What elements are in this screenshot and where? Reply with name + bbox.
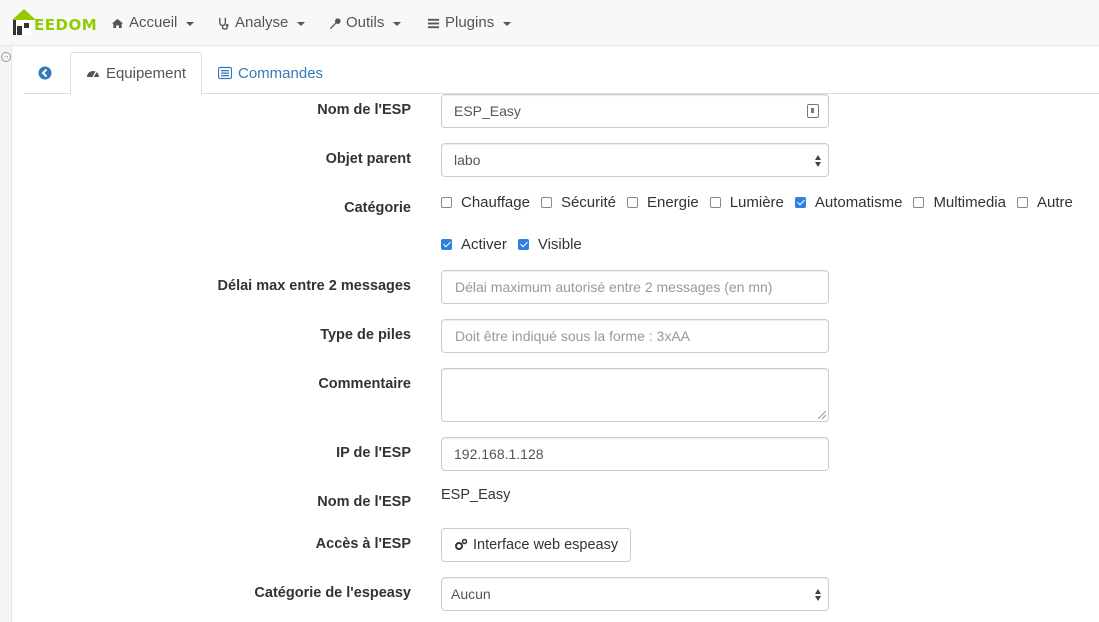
stethoscope-icon: [219, 17, 229, 30]
checkbox[interactable]: [913, 197, 925, 208]
state-checkboxes: Activer Visible: [441, 236, 593, 253]
ip-value: 192.168.1.128: [454, 446, 544, 462]
activer-label: Activer: [461, 236, 507, 253]
nom-esp-label-2: Nom de l'ESP: [317, 494, 411, 510]
nom-esp-static: ESP_Easy: [441, 487, 511, 503]
activer-checkbox[interactable]: Activer: [441, 236, 507, 253]
interface-web-label: Interface web espeasy: [473, 537, 619, 553]
caret-down-icon: [186, 22, 195, 26]
nav-plugins[interactable]: Plugins: [427, 0, 512, 46]
nav-accueil[interactable]: Accueil: [111, 0, 195, 46]
objet-parent-select[interactable]: labo: [441, 143, 829, 177]
category-label: Automatisme: [814, 194, 903, 211]
interface-web-button[interactable]: Interface web espeasy: [441, 528, 632, 562]
tab-bar: Equipement Commandes: [24, 52, 1099, 95]
checkbox[interactable]: [1016, 197, 1028, 208]
category-multimedia[interactable]: Multimedia: [913, 194, 1006, 211]
select-arrows-icon: [815, 154, 823, 168]
checkbox[interactable]: [540, 197, 552, 208]
categorie-espeasy-select[interactable]: Aucun: [441, 577, 829, 611]
nav-analyse[interactable]: Analyse: [217, 0, 306, 46]
logo-wordmark: EEDOM: [34, 16, 98, 34]
category-label: Sécurité: [560, 194, 616, 211]
tab-equipement[interactable]: Equipement: [70, 52, 202, 95]
cogs-icon: [455, 538, 468, 550]
objet-parent-value: labo: [454, 152, 481, 168]
category-label: Energie: [646, 194, 699, 211]
tab-back[interactable]: [24, 52, 66, 94]
category-lumiere[interactable]: Lumière: [709, 194, 784, 211]
list-icon: [427, 18, 440, 28]
checkbox[interactable]: [709, 197, 721, 208]
wrench-icon: [329, 17, 341, 29]
nom-esp-label: Nom de l'ESP: [317, 102, 411, 118]
delai-placeholder: Délai maximum autorisé entre 2 messages …: [455, 279, 773, 295]
visible-checkbox[interactable]: Visible: [517, 236, 582, 253]
delai-label: Délai max entre 2 messages: [217, 278, 411, 294]
nav-accueil-label: Accueil: [129, 14, 178, 31]
nom-esp-value: ESP_Easy: [454, 103, 521, 119]
ip-input[interactable]: 192.168.1.128: [441, 437, 829, 471]
category-securite[interactable]: Sécurité: [540, 194, 616, 211]
checkbox-checked[interactable]: [441, 239, 452, 250]
categorie-checkboxes: Chauffage Sécurité Energie Lumière Autom…: [441, 194, 1084, 211]
home-icon: [111, 18, 124, 28]
category-automatisme[interactable]: Automatisme: [794, 194, 903, 211]
categorie-espeasy-label: Catégorie de l'espeasy: [254, 585, 411, 601]
checkbox-checked[interactable]: [517, 239, 529, 250]
checkbox[interactable]: [441, 197, 452, 208]
checkbox-checked[interactable]: [794, 197, 806, 208]
delai-input[interactable]: Délai maximum autorisé entre 2 messages …: [441, 270, 829, 304]
commentaire-textarea[interactable]: [441, 368, 829, 422]
caret-down-icon: [393, 22, 402, 26]
piles-input[interactable]: Doit être indiqué sous la forme : 3xAA: [441, 319, 829, 353]
nom-esp-input[interactable]: ESP_Easy: [441, 94, 829, 128]
select-arrows-icon: [815, 588, 823, 602]
resize-grip-icon[interactable]: [818, 411, 826, 419]
expand-arrow-icon[interactable]: →: [1, 52, 11, 62]
arrow-circle-left-icon: [38, 66, 52, 80]
category-label: Multimedia: [933, 194, 1006, 211]
piles-label: Type de piles: [320, 327, 411, 343]
top-navbar: EEDOM Accueil Analyse Outils Plugins: [0, 0, 1099, 46]
commentaire-label: Commentaire: [318, 376, 411, 392]
tab-equipement-label: Equipement: [105, 65, 186, 82]
categorie-label: Catégorie: [344, 200, 411, 216]
category-label: Autre: [1036, 194, 1073, 211]
nav-outils[interactable]: Outils: [328, 0, 402, 46]
jeedom-logo[interactable]: EEDOM: [10, 6, 97, 40]
category-energie[interactable]: Energie: [626, 194, 699, 211]
categorie-espeasy-value: Aucun: [451, 586, 491, 602]
caret-down-icon: [503, 22, 512, 26]
objet-parent-label: Objet parent: [325, 151, 411, 167]
nav-outils-label: Outils: [346, 14, 385, 31]
dashboard-icon: [86, 70, 99, 77]
category-autre[interactable]: Autre: [1016, 194, 1073, 211]
tab-commandes[interactable]: Commandes: [203, 52, 338, 94]
tab-commandes-label: Commandes: [238, 64, 324, 82]
checkbox[interactable]: [626, 197, 638, 208]
category-label: Chauffage: [461, 194, 530, 211]
nav-analyse-label: Analyse: [235, 14, 289, 31]
category-label: Lumière: [729, 194, 784, 211]
category-chauffage[interactable]: Chauffage: [441, 194, 530, 211]
caret-down-icon: [297, 22, 306, 26]
piles-placeholder: Doit être indiqué sous la forme : 3xAA: [455, 328, 691, 344]
list-alt-icon: [218, 66, 232, 80]
acces-label: Accès à l'ESP: [315, 536, 411, 552]
ip-label: IP de l'ESP: [336, 445, 411, 461]
autofill-icon[interactable]: [807, 104, 819, 118]
visible-label: Visible: [537, 236, 582, 253]
nav-plugins-label: Plugins: [445, 14, 495, 31]
